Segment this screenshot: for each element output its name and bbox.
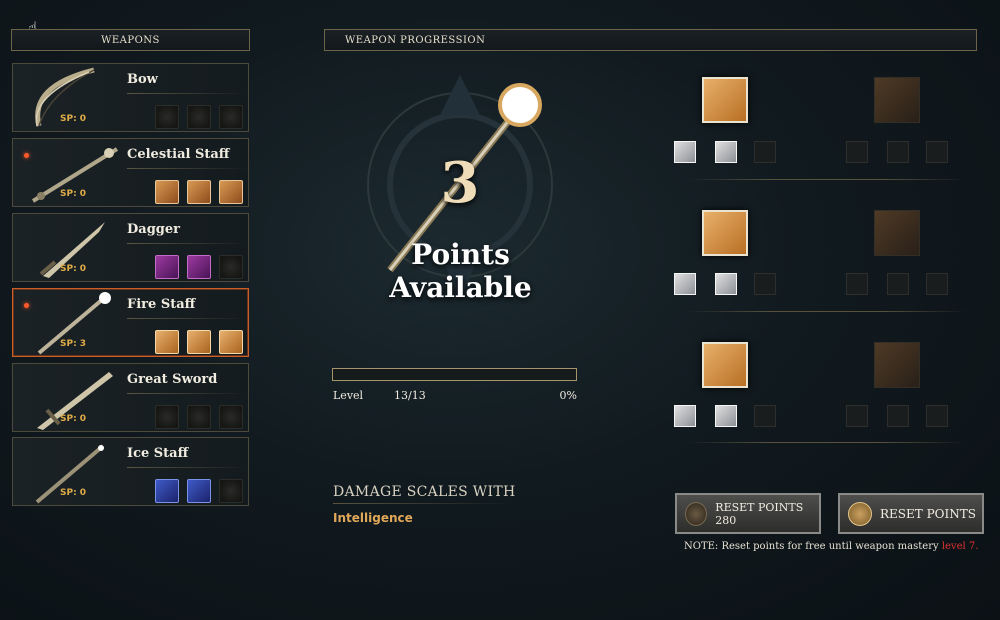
fire-skill-icon xyxy=(187,330,211,354)
ice-skill-icon xyxy=(187,479,211,503)
skill-locked-icon[interactable] xyxy=(874,342,920,388)
ice-skill-icon xyxy=(155,479,179,503)
skill-points: SP: 0 xyxy=(60,264,87,274)
passive-skill-icon[interactable] xyxy=(754,273,776,295)
divider xyxy=(127,393,247,394)
skill-points: SP: 0 xyxy=(60,488,87,498)
skill-slots xyxy=(155,330,243,354)
passive-skill-icon[interactable] xyxy=(926,141,948,163)
reset-gold-label: RESET POINTS 280 xyxy=(715,500,804,527)
points-available-label: Points Available xyxy=(389,238,532,304)
weapon-name: Celestial Staff xyxy=(127,147,230,162)
weapons-header-label: WEAPONS xyxy=(101,34,160,46)
weapon-item-celestial-staff[interactable]: Celestial Staff SP: 0 xyxy=(12,138,249,207)
weapon-item-great-sword[interactable]: Great Sword SP: 0 xyxy=(12,363,249,432)
passive-skill-icon[interactable] xyxy=(674,405,696,427)
divider xyxy=(127,93,247,94)
divider xyxy=(127,168,247,169)
divider xyxy=(127,467,247,468)
weapon-progression-header-label: WEAPON PROGRESSION xyxy=(345,34,486,46)
skill-slots xyxy=(155,479,243,503)
weapon-name: Ice Staff xyxy=(127,446,189,461)
reset-points-coin-button[interactable]: RESET POINTS xyxy=(838,493,984,534)
weapon-name: Bow xyxy=(127,72,158,87)
skill-slots xyxy=(155,405,243,429)
level-percent: 0% xyxy=(559,389,577,402)
passive-skill-icon[interactable] xyxy=(926,273,948,295)
passive-skill-icon[interactable] xyxy=(754,405,776,427)
skill-points: SP: 0 xyxy=(60,414,87,424)
note-text: NOTE: Reset points for free until weapon… xyxy=(684,541,942,552)
passive-skill-icon[interactable] xyxy=(674,273,696,295)
skill-slots xyxy=(155,180,243,204)
skill-points: SP: 0 xyxy=(60,114,87,124)
dagger-skill-icon xyxy=(187,255,211,279)
weapon-name: Dagger xyxy=(127,222,180,237)
skill-burning-icon[interactable] xyxy=(702,210,748,256)
empty-slot-icon xyxy=(219,405,243,429)
fire-skill-icon xyxy=(155,330,179,354)
passive-skill-icon[interactable] xyxy=(715,405,737,427)
skill-fireball-icon[interactable] xyxy=(702,77,748,123)
weapon-item-bow[interactable]: Bow SP: 0 xyxy=(12,63,249,132)
note-highlight: level 7. xyxy=(941,541,979,552)
level-label: Level xyxy=(333,389,364,402)
skill-points: SP: 0 xyxy=(60,189,87,199)
passive-skill-icon[interactable] xyxy=(887,405,909,427)
empty-slot-icon xyxy=(155,405,179,429)
passive-skill-icon[interactable] xyxy=(846,273,868,295)
weapon-item-fire-staff[interactable]: Fire Staff SP: 3 xyxy=(12,288,249,357)
fire-skill-icon xyxy=(219,330,243,354)
skill-slots xyxy=(155,105,243,129)
weapon-name: Great Sword xyxy=(127,372,218,387)
skill-locked-icon[interactable] xyxy=(874,77,920,123)
celestial-skill-icon xyxy=(219,180,243,204)
weapon-item-dagger[interactable]: Dagger SP: 0 xyxy=(12,213,249,282)
divider xyxy=(686,179,966,180)
divider xyxy=(333,503,513,504)
token-icon xyxy=(848,501,872,526)
passive-skill-icon[interactable] xyxy=(887,141,909,163)
weapon-name: Fire Staff xyxy=(127,297,196,312)
empty-slot-icon xyxy=(219,255,243,279)
divider xyxy=(686,442,966,443)
skill-points: SP: 3 xyxy=(60,339,87,349)
reset-coin-label: RESET POINTS xyxy=(880,506,976,521)
passive-skill-icon[interactable] xyxy=(926,405,948,427)
damage-scales-title: DAMAGE SCALES WITH xyxy=(333,484,516,500)
skill-slots xyxy=(155,255,243,279)
passive-skill-icon[interactable] xyxy=(846,405,868,427)
empty-slot-icon xyxy=(155,105,179,129)
weapon-progression-header: WEAPON PROGRESSION xyxy=(324,29,977,51)
reset-note: NOTE: Reset points for free until weapon… xyxy=(684,541,978,552)
damage-scales-attribute: Intelligence xyxy=(333,511,413,525)
empty-slot-icon xyxy=(187,105,211,129)
weapon-item-ice-staff[interactable]: Ice Staff SP: 0 xyxy=(12,437,249,506)
divider xyxy=(127,243,247,244)
skill-flame-burst-icon[interactable] xyxy=(702,342,748,388)
dagger-skill-icon xyxy=(155,255,179,279)
level-value: 13/13 xyxy=(394,389,426,402)
empty-slot-icon xyxy=(187,405,211,429)
passive-skill-icon[interactable] xyxy=(715,273,737,295)
passive-skill-icon[interactable] xyxy=(887,273,909,295)
passive-skill-icon[interactable] xyxy=(674,141,696,163)
weapons-header: WEAPONS xyxy=(11,29,250,51)
empty-slot-icon xyxy=(219,105,243,129)
passive-skill-icon[interactable] xyxy=(754,141,776,163)
celestial-skill-icon xyxy=(155,180,179,204)
divider xyxy=(686,311,966,312)
divider xyxy=(127,318,247,319)
passive-skill-icon[interactable] xyxy=(715,141,737,163)
passive-skill-icon[interactable] xyxy=(846,141,868,163)
reset-points-gold-button[interactable]: RESET POINTS 280 xyxy=(675,493,821,534)
celestial-skill-icon xyxy=(187,180,211,204)
gold-coin-icon xyxy=(685,501,708,526)
empty-slot-icon xyxy=(219,479,243,503)
points-available-number: 3 xyxy=(440,150,480,216)
level-progress-bar xyxy=(332,368,577,381)
skill-locked-icon[interactable] xyxy=(874,210,920,256)
